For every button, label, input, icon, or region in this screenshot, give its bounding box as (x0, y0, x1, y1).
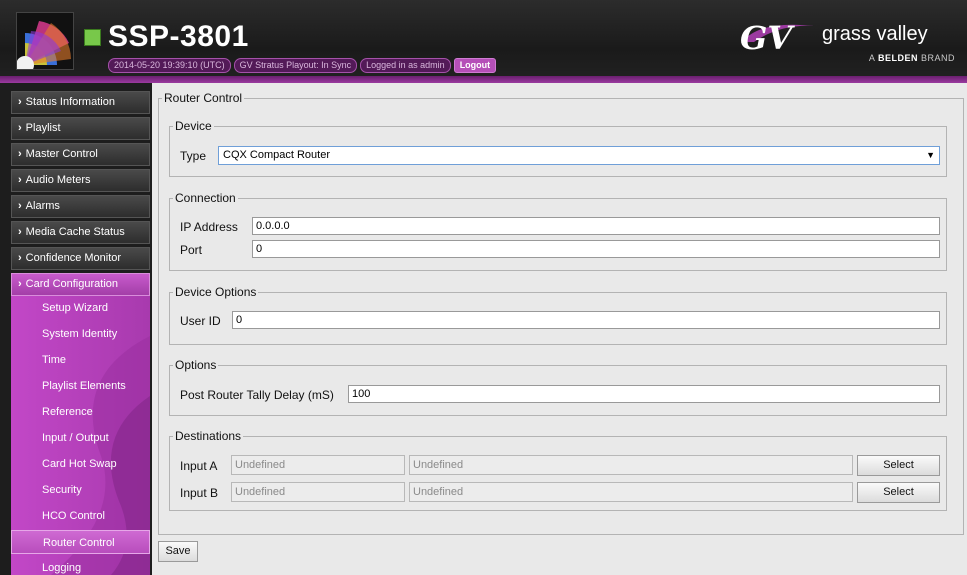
submenu-item-setup-wizard[interactable]: Setup Wizard (11, 296, 150, 320)
device-type-value: CQX Compact Router (223, 149, 330, 161)
port-input[interactable] (252, 240, 940, 258)
product-logo (16, 12, 74, 70)
type-label: Type (180, 149, 207, 163)
submenu-item-hco-control[interactable]: HCO Control (11, 504, 150, 528)
tally-delay-input[interactable] (348, 385, 940, 403)
destinations-legend: Destinations (175, 429, 242, 443)
input-a-label: Input A (180, 459, 218, 473)
header-accent-bar (0, 76, 967, 83)
sidebar-item-media-cache-status[interactable]: › Media Cache Status (11, 221, 150, 244)
brand-mark: GV (740, 19, 793, 57)
sidebar-item-card-configuration[interactable]: › Card Configuration (11, 273, 150, 296)
app-header: SSP-3801 2014-05-20 19:39:10 (UTC) GV St… (0, 0, 967, 82)
chevron-right-icon: › (18, 226, 22, 238)
sidebar-item-label: Status Information (25, 96, 115, 108)
options-legend: Options (175, 358, 217, 372)
user-id-label: User ID (180, 314, 221, 328)
sidebar-item-label: Confidence Monitor (25, 252, 122, 264)
brand-tagline: A BELDEN BRAND (869, 53, 955, 63)
brand-name: grass valley (822, 23, 928, 45)
device-type-select[interactable]: CQX Compact Router ▼ (218, 146, 940, 165)
connection-legend: Connection (175, 191, 236, 205)
sidebar-item-confidence-monitor[interactable]: › Confidence Monitor (11, 247, 150, 270)
chevron-right-icon: › (18, 278, 22, 290)
brand-tagline-prefix: A (868, 53, 875, 63)
input-a-select-button[interactable]: Select (857, 455, 940, 476)
sidebar-item-status-information[interactable]: › Status Information (11, 91, 150, 114)
save-button[interactable]: Save (158, 541, 198, 562)
submenu-item-reference[interactable]: Reference (11, 400, 150, 424)
submenu-item-time[interactable]: Time (11, 348, 150, 372)
sidebar-item-label: Alarms (25, 200, 60, 212)
sidebar-item-label: Master Control (25, 148, 98, 160)
sidebar-item-playlist[interactable]: › Playlist (11, 117, 150, 140)
status-led (84, 29, 101, 46)
sidebar-item-label: Card Configuration (25, 278, 119, 290)
timestamp-pill: 2014-05-20 19:39:10 (UTC) (108, 58, 231, 73)
chevron-right-icon: › (18, 174, 22, 186)
port-label: Port (180, 243, 203, 257)
input-b-destination-field (409, 482, 853, 502)
brand-tagline-suffix: BRAND (920, 53, 955, 63)
sidebar: › Status Information › Playlist › Master Co… (0, 83, 152, 575)
dropdown-arrow-icon: ▼ (926, 150, 935, 160)
sidebar-item-alarms[interactable]: › Alarms (11, 195, 150, 218)
tally-delay-label: Post Router Tally Delay (mS) (180, 388, 334, 402)
device-options-legend: Device Options (175, 285, 257, 299)
chevron-right-icon: › (18, 252, 22, 264)
sync-status-pill: GV Stratus Playout: In Sync (233, 58, 358, 73)
input-b-source-field (231, 482, 405, 502)
chevron-right-icon: › (18, 200, 22, 212)
device-legend: Device (175, 119, 212, 133)
chevron-right-icon: › (18, 96, 22, 108)
input-b-select-button[interactable]: Select (857, 482, 940, 503)
main-panel: Router Control Device Type CQX Compact R… (152, 83, 967, 575)
submenu-item-card-hot-swap[interactable]: Card Hot Swap (11, 452, 150, 476)
logout-button[interactable]: Logout (453, 58, 497, 73)
sidebar-item-master-control[interactable]: › Master Control (11, 143, 150, 166)
brand-logo: GV grass valley A BELDEN BRAND (740, 20, 955, 68)
device-title: SSP-3801 (108, 20, 249, 53)
submenu-item-playlist-elements[interactable]: Playlist Elements (11, 374, 150, 398)
login-status-pill: Logged in as admin (360, 58, 451, 73)
submenu-item-security[interactable]: Security (11, 478, 150, 502)
submenu-item-input-output[interactable]: Input / Output (11, 426, 150, 450)
sidebar-item-label: Media Cache Status (25, 226, 125, 238)
input-a-source-field (231, 455, 405, 475)
status-bar: 2014-05-20 19:39:10 (UTC) GV Stratus Pla… (108, 58, 497, 74)
sidebar-item-label: Playlist (25, 122, 61, 134)
input-b-label: Input B (180, 486, 219, 500)
chevron-right-icon: › (18, 122, 22, 134)
ip-address-input[interactable] (252, 217, 940, 235)
ip-address-label: IP Address (180, 220, 238, 234)
brand-tagline-brand: BELDEN (877, 53, 918, 63)
section-title: Router Control (164, 91, 243, 105)
submenu-item-router-control[interactable]: Router Control (11, 530, 150, 554)
sidebar-item-label: Audio Meters (25, 174, 91, 186)
card-configuration-submenu: Setup Wizard System Identity Time Playli… (11, 296, 150, 575)
sidebar-item-audio-meters[interactable]: › Audio Meters (11, 169, 150, 192)
input-a-destination-field (409, 455, 853, 475)
submenu-item-logging[interactable]: Logging (11, 556, 150, 575)
chevron-right-icon: › (18, 148, 22, 160)
user-id-input[interactable] (232, 311, 940, 329)
submenu-item-system-identity[interactable]: System Identity (11, 322, 150, 346)
